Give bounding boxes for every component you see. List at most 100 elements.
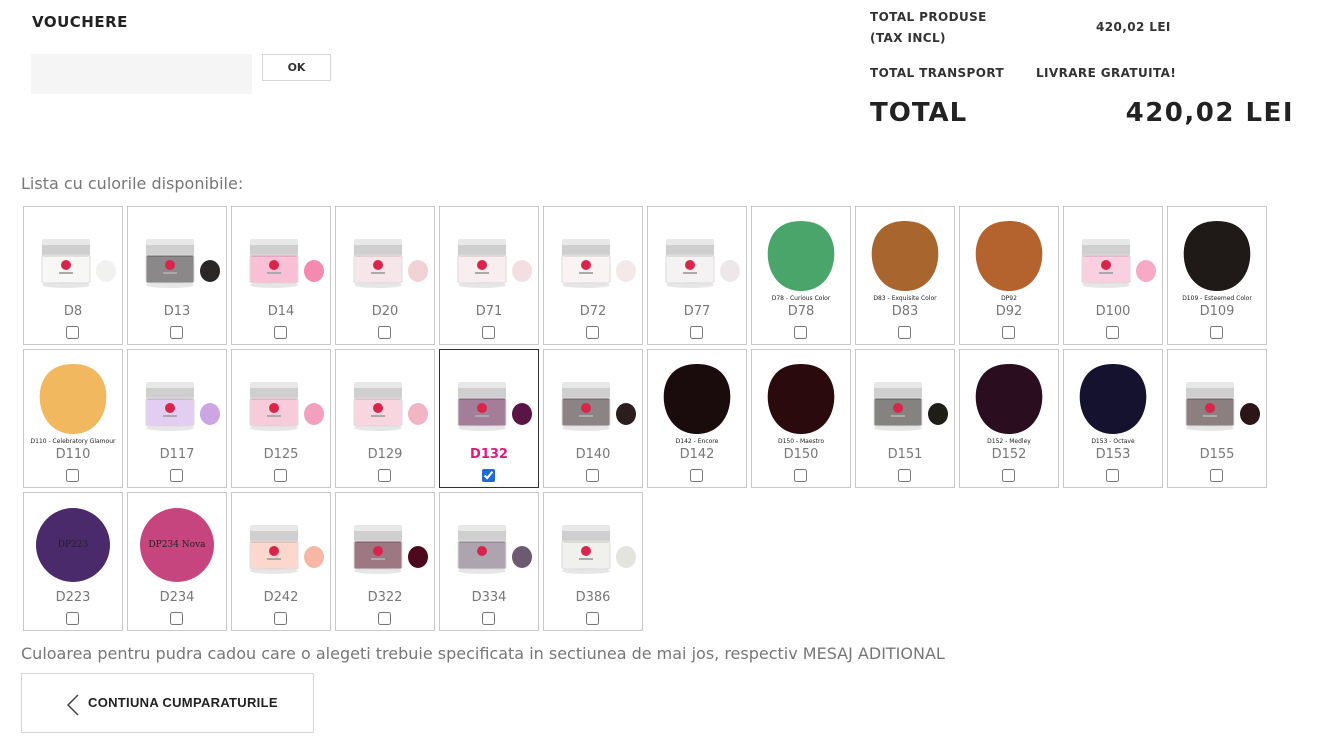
color-swatch-image: D150 - Maestro: [767, 364, 835, 445]
svg-text:D78 - Curious Color: D78 - Curious Color: [772, 295, 831, 302]
color-checkbox[interactable]: [794, 469, 807, 482]
color-option-d78[interactable]: D78 - Curious Color D78: [751, 206, 851, 345]
color-checkbox[interactable]: [66, 326, 79, 339]
color-checkbox[interactable]: [274, 612, 287, 625]
color-checkbox[interactable]: [898, 469, 911, 482]
color-code-label: D234: [159, 590, 195, 605]
color-checkbox[interactable]: [482, 612, 495, 625]
color-swatch-image: D153 - Octave: [1079, 364, 1147, 445]
color-code-label: D125: [263, 447, 299, 462]
voucher-ok-button[interactable]: OK: [262, 54, 331, 81]
color-checkbox[interactable]: [274, 469, 287, 482]
color-checkbox[interactable]: [1106, 469, 1119, 482]
color-checkbox[interactable]: [482, 469, 495, 482]
color-option-d322[interactable]: D322: [335, 492, 435, 631]
color-checkbox[interactable]: [1002, 326, 1015, 339]
color-option-d8[interactable]: D8: [23, 206, 123, 345]
color-option-d83[interactable]: D83 - Exquisite Color D83: [855, 206, 955, 345]
color-swatch-image: DP234 Nova: [140, 508, 214, 582]
svg-text:D83 - Exquisite Color: D83 - Exquisite Color: [873, 295, 937, 302]
powder-jar-image: [249, 382, 324, 431]
color-checkbox[interactable]: [1002, 469, 1015, 482]
color-list-title: Lista cu culorile disponibile:: [21, 174, 244, 193]
color-option-d14[interactable]: D14: [231, 206, 331, 345]
color-option-d142[interactable]: D142 - Encore D142: [647, 349, 747, 488]
color-code-label: D242: [263, 590, 299, 605]
color-checkbox[interactable]: [378, 469, 391, 482]
color-option-d242[interactable]: D242: [231, 492, 331, 631]
color-checkbox[interactable]: [170, 326, 183, 339]
color-option-d110[interactable]: D110 - Celebratory Glamour D110: [23, 349, 123, 488]
color-option-d140[interactable]: D140: [543, 349, 643, 488]
powder-jar-image: [873, 382, 948, 431]
color-option-d132[interactable]: D132: [439, 349, 539, 488]
color-option-d77[interactable]: D77: [647, 206, 747, 345]
color-option-d100[interactable]: D100: [1063, 206, 1163, 345]
powder-jar-image: [249, 525, 324, 574]
powder-jar-image: [561, 382, 636, 431]
color-option-d117[interactable]: D117: [127, 349, 227, 488]
color-option-d151[interactable]: D151: [855, 349, 955, 488]
color-option-d234[interactable]: DP234 Nova D234: [127, 492, 227, 631]
color-checkbox[interactable]: [378, 612, 391, 625]
powder-jar-image: [145, 239, 220, 288]
total-transport-label: TOTAL TRANSPORT: [870, 66, 1005, 80]
color-checkbox[interactable]: [170, 469, 183, 482]
color-option-d152[interactable]: D152 - Medley D152: [959, 349, 1059, 488]
color-code-label: D92: [995, 304, 1023, 319]
color-option-d334[interactable]: D334: [439, 492, 539, 631]
color-swatch-image: D83 - Exquisite Color: [871, 221, 939, 302]
color-code-label: D223: [55, 590, 91, 605]
powder-jar-image: [457, 239, 532, 288]
color-checkbox[interactable]: [1210, 326, 1223, 339]
color-checkbox[interactable]: [1210, 469, 1223, 482]
svg-text:D152 - Medley: D152 - Medley: [987, 438, 1031, 445]
color-checkbox[interactable]: [586, 612, 599, 625]
color-option-d92[interactable]: DP92 D92: [959, 206, 1059, 345]
color-code-label: D386: [575, 590, 611, 605]
color-checkbox[interactable]: [66, 469, 79, 482]
color-code-label: D71: [475, 304, 503, 319]
color-code-label: D334: [471, 590, 507, 605]
color-code-label: D14: [267, 304, 295, 319]
color-code-label: D117: [159, 447, 195, 462]
color-checkbox[interactable]: [586, 326, 599, 339]
color-option-d13[interactable]: D13: [127, 206, 227, 345]
color-checkbox[interactable]: [586, 469, 599, 482]
color-option-d150[interactable]: D150 - Maestro D150: [751, 349, 851, 488]
color-code-label: D110: [55, 447, 91, 462]
color-option-d109[interactable]: D109 - Esteemed Color D109: [1167, 206, 1267, 345]
voucher-code-input[interactable]: [31, 54, 252, 94]
color-checkbox[interactable]: [170, 612, 183, 625]
color-checkbox[interactable]: [66, 612, 79, 625]
color-option-d125[interactable]: D125: [231, 349, 331, 488]
color-checkbox[interactable]: [898, 326, 911, 339]
svg-text:D153 - Octave: D153 - Octave: [1091, 438, 1135, 445]
powder-jar-image: [353, 382, 428, 431]
color-code-label: D142: [679, 447, 715, 462]
color-checkbox[interactable]: [690, 326, 703, 339]
color-checkbox[interactable]: [794, 326, 807, 339]
color-checkbox[interactable]: [482, 326, 495, 339]
color-option-d153[interactable]: D153 - Octave D153: [1063, 349, 1163, 488]
continue-shopping-button[interactable]: CONTIUNA CUMPARATURILE: [21, 673, 314, 733]
color-swatch-image: DP92: [975, 221, 1043, 302]
svg-text:D142 - Encore: D142 - Encore: [676, 438, 719, 445]
color-option-d20[interactable]: D20: [335, 206, 435, 345]
color-option-d223[interactable]: DP223 D223: [23, 492, 123, 631]
svg-text:DP92: DP92: [1001, 295, 1017, 302]
color-option-d71[interactable]: D71: [439, 206, 539, 345]
total-products-value: 420,02 LEI: [1096, 20, 1171, 34]
color-checkbox[interactable]: [274, 326, 287, 339]
color-checkbox[interactable]: [1106, 326, 1119, 339]
color-option-d386[interactable]: D386: [543, 492, 643, 631]
color-checkbox[interactable]: [378, 326, 391, 339]
color-code-label: D72: [579, 304, 607, 319]
color-option-d129[interactable]: D129: [335, 349, 435, 488]
color-option-d155[interactable]: D155: [1167, 349, 1267, 488]
color-checkbox[interactable]: [690, 469, 703, 482]
color-option-d72[interactable]: D72: [543, 206, 643, 345]
powder-jar-image: [561, 525, 636, 574]
color-code-label: D152: [991, 447, 1027, 462]
powder-jar-image: [249, 239, 324, 288]
